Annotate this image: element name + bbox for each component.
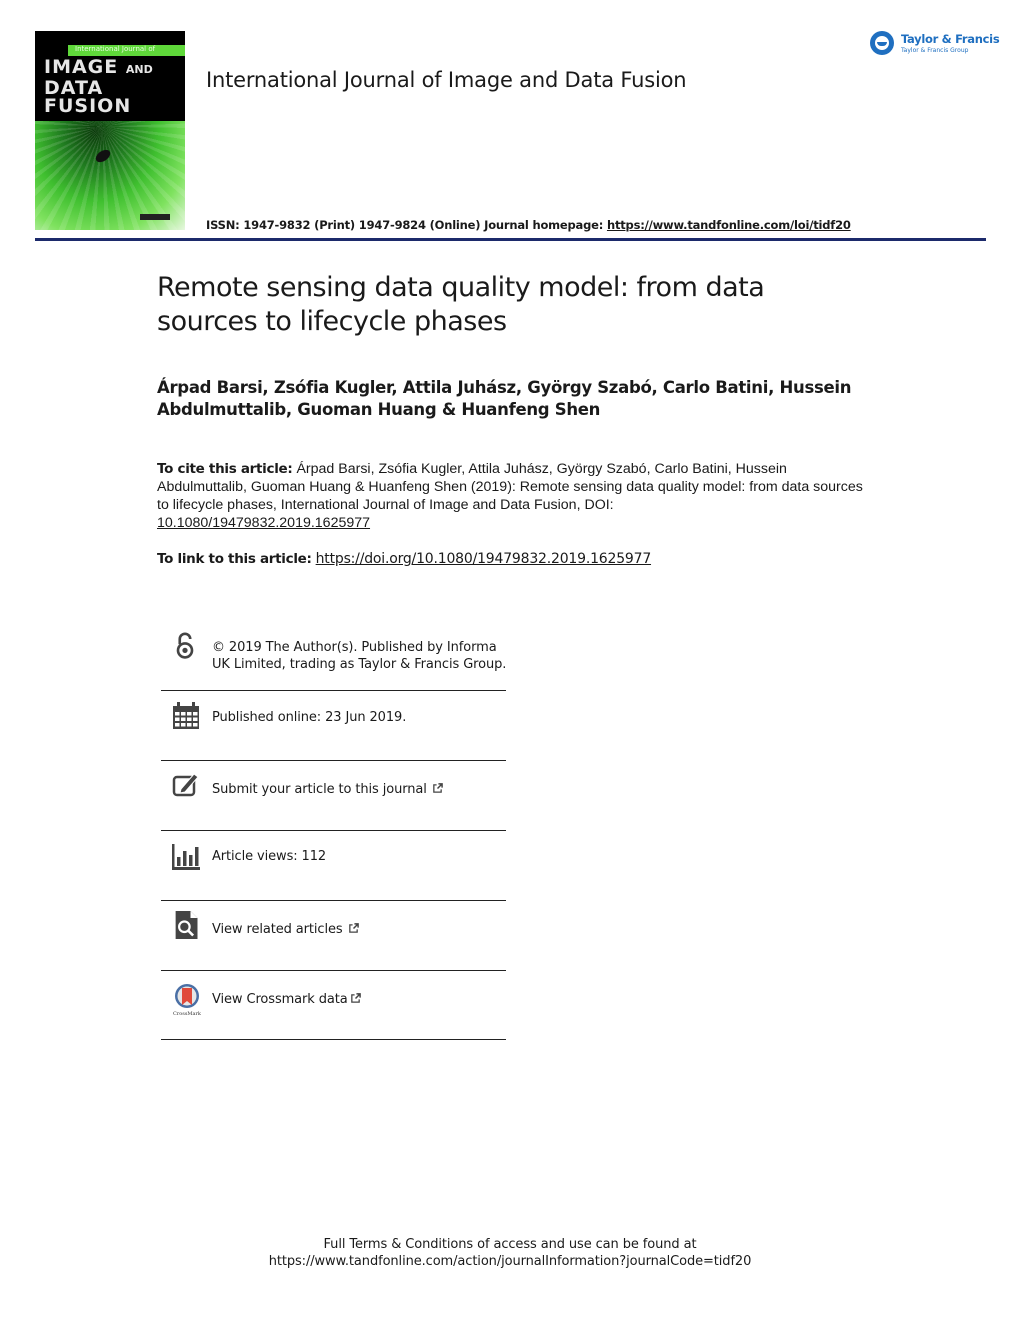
list-item-crossmark[interactable]: CrossMark View Crossmark data bbox=[161, 971, 506, 1040]
cite-doi-link[interactable]: 10.1080/19479832.2019.1625977 bbox=[157, 515, 370, 531]
crossmark-label: View Crossmark data bbox=[212, 992, 348, 1007]
submit-article-link[interactable]: Submit your article to this journal bbox=[212, 782, 443, 799]
calendar-icon bbox=[173, 702, 199, 729]
cite-label: To cite this article: bbox=[157, 461, 293, 477]
taylor-francis-logo[interactable]: Taylor & Francis Taylor & Francis Group bbox=[870, 31, 1000, 59]
published-date: Published online: 23 Jun 2019. bbox=[212, 710, 407, 725]
external-link-icon bbox=[432, 783, 443, 793]
external-link-icon bbox=[350, 993, 361, 1003]
issn-line: ISSN: 1947-9832 (Print) 1947-9824 (Onlin… bbox=[206, 218, 851, 232]
issn-text: ISSN: 1947-9832 (Print) 1947-9824 (Onlin… bbox=[206, 218, 607, 232]
terms-footer: Full Terms & Conditions of access and us… bbox=[0, 1236, 1020, 1270]
link-label: To link to this article: bbox=[157, 551, 312, 567]
edit-icon bbox=[172, 773, 199, 797]
open-access-icon bbox=[176, 632, 194, 659]
list-item-license: © 2019 The Author(s). Published by Infor… bbox=[161, 632, 506, 691]
journal-homepage-link[interactable]: https://www.tandfonline.com/loi/tidf20 bbox=[607, 218, 851, 232]
publisher-name: Taylor & Francis bbox=[901, 32, 1000, 46]
crossmark-link[interactable]: View Crossmark data bbox=[212, 992, 361, 1009]
list-item-views: Article views: 112 bbox=[161, 831, 506, 901]
bar-chart-icon bbox=[172, 844, 200, 870]
header-divider bbox=[35, 238, 986, 241]
external-link-icon bbox=[348, 923, 359, 933]
submit-article-label: Submit your article to this journal bbox=[212, 782, 427, 797]
terms-link[interactable]: https://www.tandfonline.com/action/journ… bbox=[0, 1253, 1020, 1270]
cover-publisher-logo bbox=[140, 214, 170, 220]
article-views: Article views: 112 bbox=[212, 849, 327, 864]
publisher-group: Taylor & Francis Group bbox=[901, 47, 969, 54]
cover-title-and: AND bbox=[125, 63, 153, 76]
license-text: © 2019 The Author(s). Published by Infor… bbox=[212, 640, 507, 672]
related-articles-label: View related articles bbox=[212, 922, 343, 937]
article-title: Remote sensing data quality model: from … bbox=[157, 272, 765, 337]
terms-text: Full Terms & Conditions of access and us… bbox=[323, 1237, 697, 1252]
search-document-icon bbox=[175, 911, 198, 939]
cover-band-text: International Journal of bbox=[75, 45, 156, 53]
article-doi-link[interactable]: https://doi.org/10.1080/19479832.2019.16… bbox=[316, 551, 652, 567]
cover-title-line3: FUSION bbox=[44, 95, 132, 117]
list-item-related[interactable]: View related articles bbox=[161, 901, 506, 971]
cover-title: IMAGE AND DATA FUSION bbox=[44, 56, 153, 117]
article-authors: Árpad Barsi, Zsófia Kugler, Attila Juhás… bbox=[157, 378, 852, 419]
related-articles-link[interactable]: View related articles bbox=[212, 922, 359, 939]
crossmark-sublabel: CrossMark bbox=[173, 1011, 202, 1017]
cover-title-line1: IMAGE bbox=[44, 56, 119, 78]
list-item-published: Published online: 23 Jun 2019. bbox=[161, 691, 506, 761]
crossmark-icon: CrossMark bbox=[173, 984, 202, 1017]
article-info-list: © 2019 The Author(s). Published by Infor… bbox=[161, 632, 506, 1040]
journal-cover-image: International Journal of IMAGE AND DATA … bbox=[35, 31, 185, 230]
list-item-submit[interactable]: Submit your article to this journal bbox=[161, 761, 506, 831]
citation-block: To cite this article: Árpad Barsi, Zsófi… bbox=[157, 460, 877, 532]
article-link-line: To link to this article: https://doi.org/… bbox=[157, 551, 651, 567]
taylor-francis-logo-icon bbox=[870, 31, 894, 55]
journal-title[interactable]: International Journal of Image and Data … bbox=[206, 68, 687, 92]
